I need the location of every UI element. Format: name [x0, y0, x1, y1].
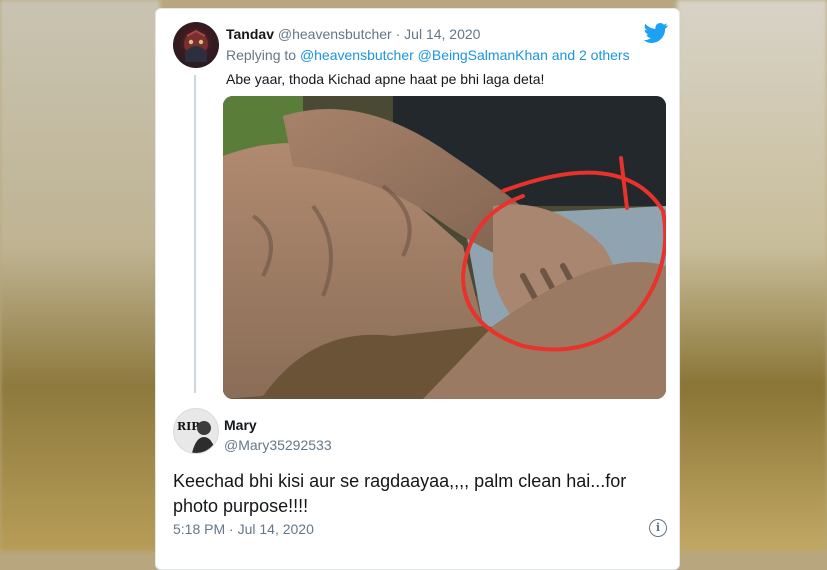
replying-prefix: Replying to — [226, 47, 300, 63]
handle[interactable]: @Mary35292533 — [224, 437, 332, 453]
mention-links[interactable]: @heavensbutcher @BeingSalmanKhan — [300, 47, 548, 63]
handle[interactable]: @heavensbutcher — [278, 26, 392, 42]
twitter-bird-icon[interactable] — [644, 23, 668, 43]
background-right — [677, 0, 827, 551]
separator: · — [391, 26, 405, 42]
tweet-timestamp[interactable]: 5:18 PM · Jul 14, 2020 — [173, 521, 314, 537]
thread-line — [194, 75, 196, 393]
display-name[interactable]: Mary — [224, 417, 257, 433]
avatar[interactable]: RIP — [173, 408, 219, 454]
tweet-header: Tandav @heavensbutcher · Jul 14, 2020 — [226, 26, 480, 42]
others-link[interactable]: and 2 others — [548, 47, 630, 63]
info-icon[interactable]: i — [649, 519, 667, 537]
tweet-text: Abe yaar, thoda Kichad apne haat pe bhi … — [226, 71, 545, 87]
tweet-photo[interactable] — [223, 96, 666, 399]
background-left — [0, 0, 160, 551]
tweet-date[interactable]: Jul 14, 2020 — [404, 26, 480, 42]
tweet-card: Tandav @heavensbutcher · Jul 14, 2020 Re… — [155, 8, 680, 570]
display-name[interactable]: Tandav — [226, 26, 274, 42]
avatar[interactable] — [173, 22, 219, 68]
tweet-text: Keechad bhi kisi aur se ragdaayaa,,,, pa… — [173, 471, 627, 516]
replying-to: Replying to @heavensbutcher @BeingSalman… — [226, 47, 630, 63]
